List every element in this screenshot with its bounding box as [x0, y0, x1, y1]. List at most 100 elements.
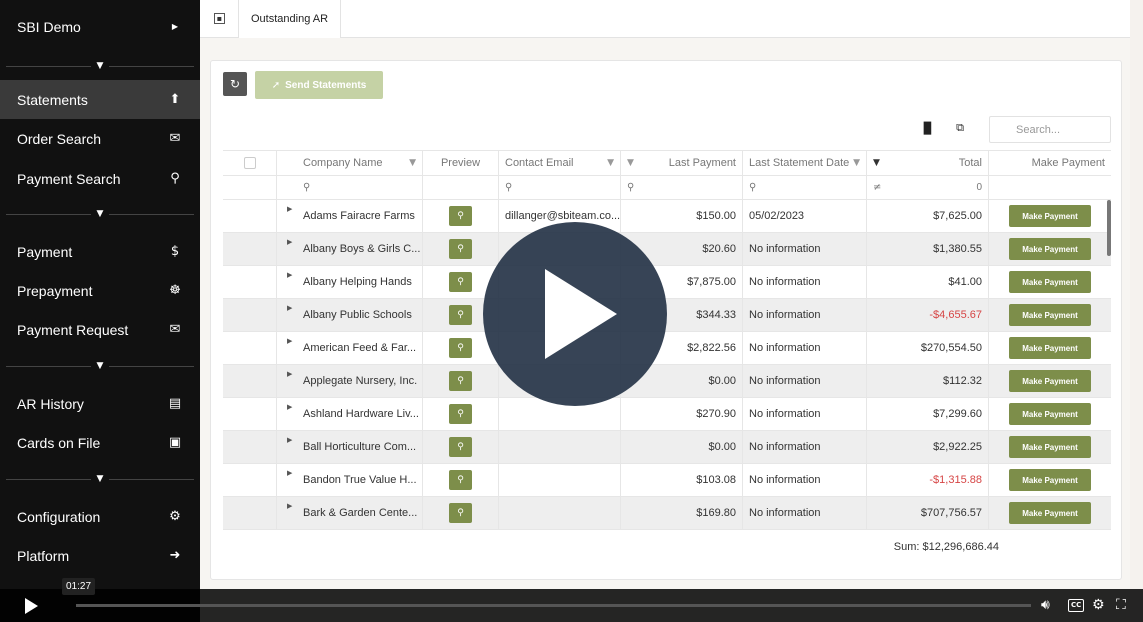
table-row[interactable]: ▶ Ashland Hardware Liv... ⚲ $270.90 No infor…	[223, 398, 1111, 431]
refresh-button[interactable]: ↻	[223, 72, 247, 96]
sidebar-item-order-search[interactable]: Order Search ✉	[0, 119, 200, 158]
select-all-checkbox[interactable]	[243, 157, 256, 169]
column-chooser-icon[interactable]: ⧉	[949, 117, 971, 139]
column-header-last-statement[interactable]: Last Statement Date ▼	[743, 151, 867, 175]
collapse-sidebar-icon[interactable]: ▪	[214, 13, 225, 24]
expand-row-icon[interactable]: ▶	[287, 436, 292, 444]
make-payment-button[interactable]: Make Payment	[1009, 238, 1091, 260]
sidebar-item-prepayment[interactable]: Prepayment ☸	[0, 271, 200, 310]
settings-icon[interactable]: ⚙	[1092, 596, 1105, 614]
filter-last-statement[interactable]: ⚲	[743, 176, 867, 199]
preview-button[interactable]: ⚲	[449, 206, 472, 226]
make-payment-button[interactable]: Make Payment	[1009, 370, 1091, 392]
sidebar-divider[interactable]: ▼	[0, 469, 200, 489]
table-row[interactable]: ▶ Bandon True Value H... ⚲ $103.08 No inform…	[223, 464, 1111, 497]
column-header-company[interactable]: Company Name ▼	[277, 151, 423, 175]
sidebar-app-title[interactable]: SBI Demo ▶	[0, 7, 200, 46]
expand-row-icon[interactable]: ▶	[287, 469, 292, 477]
expand-row-icon[interactable]: ▶	[287, 370, 292, 378]
export-excel-icon[interactable]: ▉	[917, 117, 939, 139]
make-payment-cell: Make Payment	[989, 200, 1111, 232]
filter-icon[interactable]: ▼	[627, 158, 634, 168]
tab-outstanding-ar[interactable]: Outstanding AR	[238, 0, 342, 38]
table-row[interactable]: ▶ Ball Horticulture Com... ⚲ $0.00 No inform…	[223, 431, 1111, 464]
make-payment-button[interactable]: Make Payment	[1009, 403, 1091, 425]
play-icon[interactable]	[25, 598, 38, 614]
preview-button[interactable]: ⚲	[449, 437, 472, 457]
sidebar-item-payment-search[interactable]: Payment Search ⚲	[0, 159, 200, 198]
preview-cell: ⚲	[423, 233, 499, 265]
operator-icon[interactable]: ≠	[873, 182, 881, 193]
expand-row-icon[interactable]: ▶	[287, 337, 292, 345]
expand-row-icon[interactable]: ▶	[287, 403, 292, 411]
table-row[interactable]: ▶ Albany Public Schools ⚲ $344.33 No informa…	[223, 299, 1111, 332]
sidebar-item-statements[interactable]: Statements ⬆	[0, 80, 200, 119]
column-header-label: Contact Email	[505, 157, 574, 169]
sidebar-item-platform[interactable]: Platform ➜	[0, 536, 200, 575]
sidebar-item-configuration[interactable]: Configuration ⚙	[0, 497, 200, 536]
make-payment-button[interactable]: Make Payment	[1009, 304, 1091, 326]
sidebar-item-ar-history[interactable]: AR History ▤	[0, 384, 200, 423]
video-progress-bar[interactable]	[76, 604, 1031, 607]
chevron-down-icon: ▼	[96, 61, 104, 71]
column-header-email[interactable]: Contact Email ▼	[499, 151, 621, 175]
filter-company[interactable]: ⚲	[277, 176, 423, 199]
expand-row-icon[interactable]: ▶	[287, 205, 292, 213]
company-cell: ▶ Bandon True Value H...	[277, 464, 423, 496]
preview-button[interactable]: ⚲	[449, 239, 472, 259]
company-cell: ▶ American Feed & Far...	[277, 332, 423, 364]
make-payment-button[interactable]: Make Payment	[1009, 502, 1091, 524]
make-payment-button[interactable]: Make Payment	[1009, 337, 1091, 359]
column-header-last-payment[interactable]: ▼ Last Payment	[621, 151, 743, 175]
column-header-total[interactable]: ▼ Total	[867, 151, 989, 175]
expand-row-icon[interactable]: ▶	[287, 271, 292, 279]
expand-row-icon[interactable]: ▶	[287, 304, 292, 312]
preview-button[interactable]: ⚲	[449, 371, 472, 391]
preview-button[interactable]: ⚲	[449, 305, 472, 325]
filter-icon[interactable]: ▼	[607, 158, 614, 168]
make-payment-button[interactable]: Make Payment	[1009, 205, 1091, 227]
vertical-scrollbar[interactable]	[1107, 200, 1111, 256]
filter-icon[interactable]: ▼	[409, 158, 416, 168]
preview-button[interactable]: ⚲	[449, 404, 472, 424]
table-row[interactable]: ▶ Albany Helping Hands ⚲ $7,875.00 No inform…	[223, 266, 1111, 299]
sidebar-divider[interactable]: ▼	[0, 356, 200, 376]
filter-last-payment[interactable]: ⚲	[621, 176, 743, 199]
column-header-preview[interactable]: Preview	[423, 151, 499, 175]
envelope-open-icon: ✉	[169, 131, 181, 146]
preview-button[interactable]: ⚲	[449, 272, 472, 292]
volume-icon[interactable]: 🔊︎	[1041, 596, 1050, 614]
sidebar-divider[interactable]: ▼	[0, 204, 200, 224]
sidebar-item-payment[interactable]: Payment $	[0, 232, 200, 271]
make-payment-button[interactable]: Make Payment	[1009, 469, 1091, 491]
fullscreen-icon[interactable]: ⛶	[1116, 596, 1126, 614]
send-statements-button[interactable]: ➚ Send Statements	[255, 71, 383, 99]
table-row[interactable]: ▶ Albany Boys & Girls C... ⚲ $20.60 No infor…	[223, 233, 1111, 266]
column-header-make-payment[interactable]: Make Payment	[989, 151, 1111, 175]
filter-email[interactable]: ⚲	[499, 176, 621, 199]
table-row[interactable]: ▶ American Feed & Far... ⚲ $2,822.56 No info…	[223, 332, 1111, 365]
preview-button[interactable]: ⚲	[449, 503, 472, 523]
table-row[interactable]: ▶ Applegate Nursery, Inc. ⚲ $0.00 No informa…	[223, 365, 1111, 398]
table-row[interactable]: ▶ Bark & Garden Cente... ⚲ $169.80 No inform…	[223, 497, 1111, 530]
captions-icon[interactable]: CC	[1068, 599, 1085, 612]
filter-icon[interactable]: ▼	[873, 158, 880, 168]
table-row[interactable]: ▶ Adams Fairacre Farms ⚲ dillanger@sbiteam.…	[223, 200, 1111, 233]
sidebar-divider[interactable]: ▼	[0, 56, 200, 76]
video-play-overlay[interactable]	[483, 222, 667, 406]
search-icon: ⚲	[749, 182, 757, 193]
make-payment-button[interactable]: Make Payment	[1009, 271, 1091, 293]
make-payment-button[interactable]: Make Payment	[1009, 436, 1091, 458]
search-input[interactable]: Search...	[989, 116, 1111, 143]
preview-button[interactable]: ⚲	[449, 470, 472, 490]
paper-plane-icon: ➚	[271, 79, 281, 91]
column-header-label: Make Payment	[1031, 157, 1105, 169]
sidebar-item-cards-on-file[interactable]: Cards on File ▣	[0, 423, 200, 462]
preview-button[interactable]: ⚲	[449, 338, 472, 358]
make-payment-cell: Make Payment	[989, 332, 1111, 364]
filter-icon[interactable]: ▼	[853, 158, 860, 168]
expand-row-icon[interactable]: ▶	[287, 502, 292, 510]
expand-row-icon[interactable]: ▶	[287, 238, 292, 246]
filter-total[interactable]: ≠ 0	[867, 176, 989, 199]
sidebar-item-payment-request[interactable]: Payment Request ✉	[0, 310, 200, 349]
